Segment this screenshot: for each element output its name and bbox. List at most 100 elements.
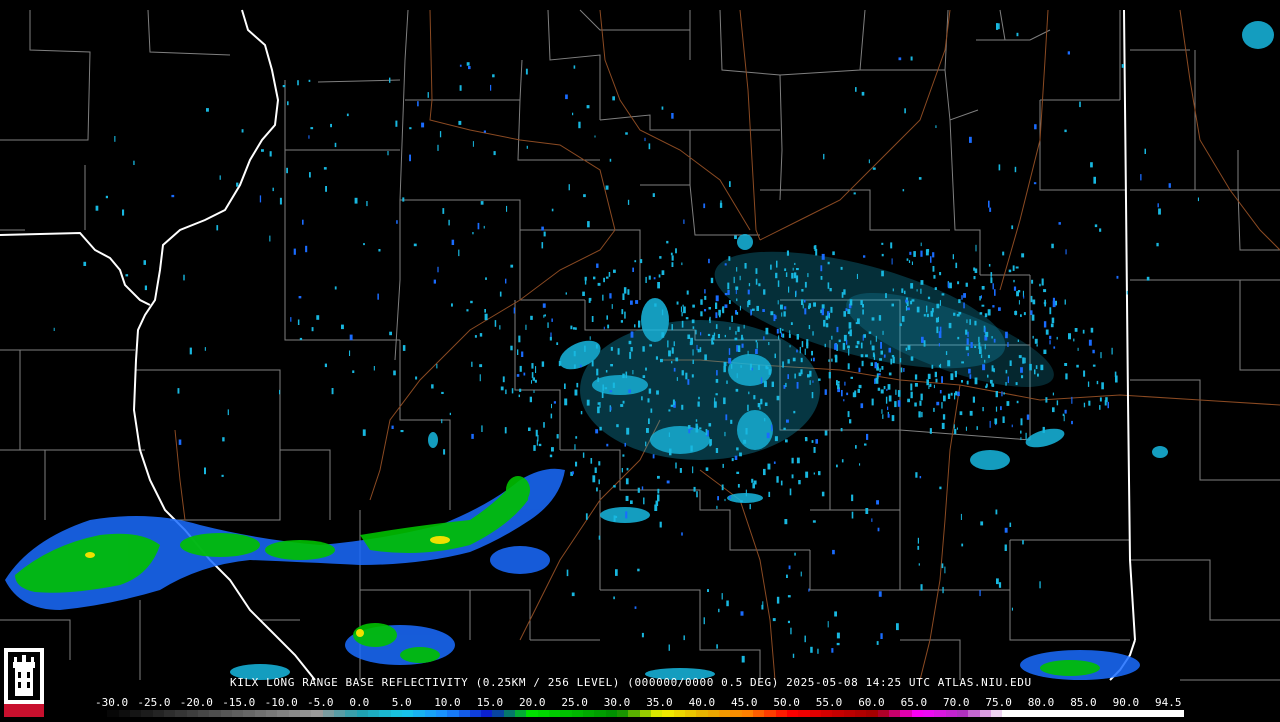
radar-speckle [715, 302, 718, 309]
radar-speckle [1014, 311, 1018, 315]
radar-speckle [990, 379, 993, 384]
radar-speckle [700, 311, 703, 317]
radar-speckle [842, 342, 846, 350]
radar-speckle [1099, 405, 1101, 410]
radar-speckle [628, 340, 632, 345]
radar-speckle [874, 378, 876, 384]
radar-speckle [910, 300, 913, 305]
radar-speckle [899, 323, 902, 327]
radar-speckle [831, 648, 834, 653]
radar-speckle [718, 608, 720, 613]
radar-speckle [1099, 397, 1102, 402]
radar-speckle [935, 125, 937, 128]
colorbar-segment [968, 710, 980, 717]
radar-speckle [413, 243, 417, 247]
radar-speckle [989, 207, 992, 212]
radar-speckle [1020, 367, 1023, 373]
radar-speckle [458, 120, 462, 125]
radar-speckle [729, 496, 731, 499]
colorbar-label: 55.0 [815, 696, 843, 709]
radar-speckle [632, 370, 634, 375]
radar-speckle [656, 390, 659, 395]
radar-speckle [671, 113, 674, 119]
radar-speckle [921, 411, 923, 418]
radar-speckle [965, 346, 969, 351]
radar-speckle [654, 303, 657, 307]
radar-speckle [624, 311, 626, 319]
radar-speckle [582, 452, 585, 458]
rain-band-moderate [5, 468, 1140, 680]
radar-speckle [952, 254, 954, 260]
radar-speckle [1050, 323, 1054, 328]
radar-speckle [750, 309, 752, 316]
radar-speckle [1021, 375, 1024, 379]
radar-speckle [720, 200, 722, 205]
radar-speckle [887, 413, 890, 418]
radar-speckle [843, 289, 846, 295]
radar-speckle [648, 143, 651, 150]
radar-speckle [749, 504, 751, 510]
radar-speckle [683, 306, 686, 314]
radar-speckle [788, 286, 790, 293]
niu-logo [2, 646, 46, 718]
radar-speckle [531, 372, 534, 378]
radar-speckle [768, 342, 770, 346]
radar-speckle [745, 489, 747, 497]
radar-speckle [637, 487, 640, 493]
radar-speckle [518, 394, 520, 398]
radar-speckle [657, 475, 660, 479]
colorbar-label: -5.0 [307, 696, 334, 709]
radar-speckle [549, 454, 553, 458]
colorbar-label: 80.0 [1027, 696, 1055, 709]
radar-speckle [707, 333, 711, 336]
radar-speckle [943, 395, 946, 402]
radar-speckle [965, 426, 967, 431]
radar-speckle [788, 565, 791, 570]
radar-speckle [261, 149, 264, 152]
radar-speckle [189, 347, 192, 355]
radar-speckle [934, 371, 937, 378]
radar-speckle [770, 264, 772, 270]
radar-speckle [584, 345, 586, 352]
radar-speckle [821, 491, 825, 497]
radar-speckle [857, 388, 860, 393]
radar-speckle [532, 377, 535, 381]
radar-speckle [755, 268, 758, 274]
radar-speckle [748, 283, 751, 287]
radar-speckle [956, 427, 958, 430]
radar-speckle [996, 23, 999, 30]
radar-speckle [610, 406, 612, 411]
radar-speckle [740, 500, 743, 503]
radar-speckle [811, 392, 814, 399]
colorbar-segment [379, 710, 391, 717]
radar-speckle [1140, 174, 1142, 181]
radar-speckle [492, 74, 495, 78]
radar-speckle [483, 225, 485, 229]
radar-speckle [850, 376, 853, 379]
radar-speckle [531, 380, 532, 384]
radar-speckle [1051, 317, 1055, 324]
radar-speckle [324, 363, 327, 368]
radar-speckle [751, 478, 754, 483]
radar-speckle [615, 515, 618, 518]
radar-speckle [1018, 355, 1022, 359]
radar-speckle [259, 195, 262, 203]
radar-speckle [550, 413, 553, 419]
colorbar-segment [1172, 710, 1184, 717]
radar-speckle [700, 299, 703, 305]
radar-speckle [871, 518, 873, 522]
niu-logo-graphic [4, 648, 44, 717]
radar-speckle [834, 356, 838, 363]
radar-speckle [692, 466, 694, 474]
colorbar-segment [764, 710, 776, 717]
radar-speckle [1079, 101, 1081, 108]
radar-speckle [551, 447, 554, 452]
radar-speckle [936, 326, 939, 334]
radar-speckle [699, 427, 702, 430]
radar-speckle [668, 432, 670, 437]
radar-speckle [1015, 382, 1018, 386]
radar-speckle [735, 331, 737, 335]
radar-speckle [987, 354, 990, 359]
colorbar-label: 85.0 [1070, 696, 1097, 709]
radar-speckle [598, 461, 601, 466]
